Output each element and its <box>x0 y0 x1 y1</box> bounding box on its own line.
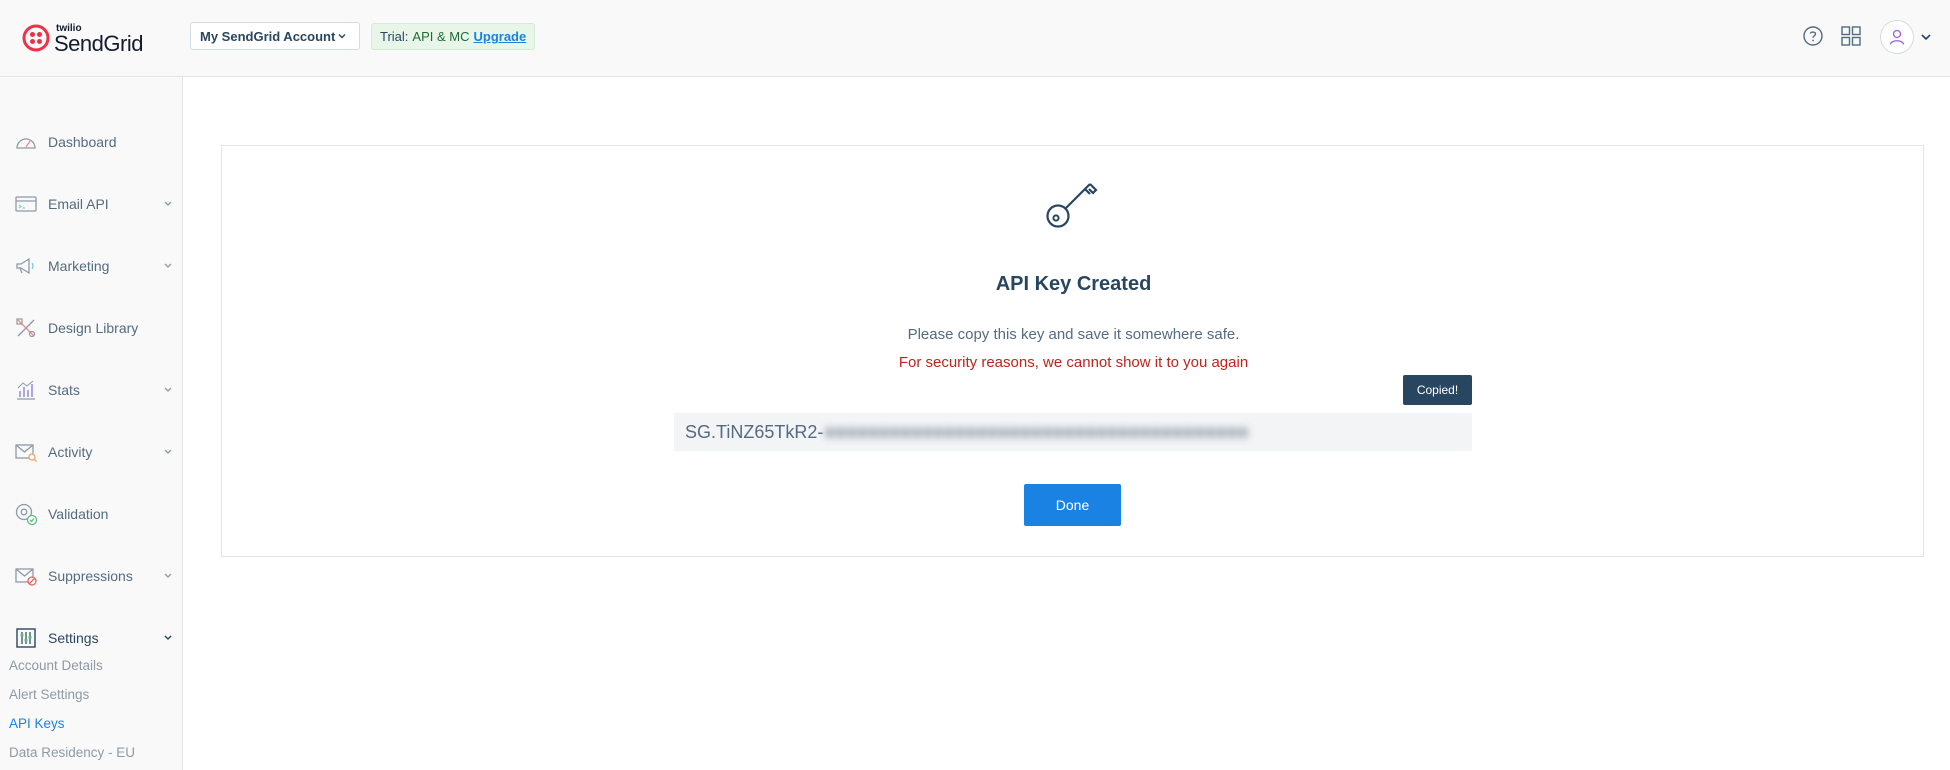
sidebar-item-label: Marketing <box>48 258 110 274</box>
trial-prefix: Trial: <box>380 29 409 44</box>
apps-grid-icon[interactable] <box>1840 25 1862 47</box>
chevron-down-icon <box>164 573 172 578</box>
envelope-block-icon <box>15 568 37 586</box>
trial-plan: API & MC <box>412 29 470 44</box>
chevron-down-icon <box>164 449 172 454</box>
sidebar-item-label: Dashboard <box>48 134 117 150</box>
chevron-down-icon <box>164 387 172 392</box>
api-key-redacted-part: ■■■■■■■■■■■■■■■■■■■■■■■■■■■■■■■■■■■■■■■ <box>824 421 1249 442</box>
logo-text: SendGrid <box>54 31 143 56</box>
speedometer-icon <box>16 138 36 149</box>
user-avatar[interactable] <box>1880 20 1914 54</box>
page-title: API Key Created <box>995 273 1152 295</box>
sidebar-item-activity[interactable]: Activity <box>0 432 183 472</box>
sidebar-item-label: Email API <box>48 196 109 212</box>
sidebar-item-label: Validation <box>48 506 109 522</box>
done-button[interactable]: Done <box>1024 484 1121 526</box>
sidebar-subitem-api-keys[interactable]: API Keys <box>9 716 65 731</box>
sidebar-item-label: Suppressions <box>48 568 133 584</box>
sidebar-item-label: Activity <box>48 444 93 460</box>
user-avatar-icon <box>1889 29 1905 45</box>
bar-chart-icon <box>17 380 35 400</box>
account-selector[interactable]: My SendGrid Account <box>190 22 360 50</box>
sidebar-item-settings[interactable]: Settings <box>0 618 183 658</box>
sidebar-item-validation[interactable]: Validation <box>0 494 183 534</box>
sidebar-subitem-account-details[interactable]: Account Details <box>9 658 103 673</box>
chevron-down-icon[interactable] <box>1920 32 1932 42</box>
upgrade-link[interactable]: Upgrade <box>473 29 526 44</box>
copied-tooltip: Copied! <box>1403 375 1472 405</box>
key-icon <box>1046 183 1098 228</box>
sidebar-subitem-alert-settings[interactable]: Alert Settings <box>9 687 89 702</box>
api-key-created-card: API Key Created Please copy this key and… <box>221 145 1924 557</box>
chevron-down-icon <box>338 34 346 39</box>
sidebar-item-email-api[interactable]: Email API <box>0 184 183 224</box>
top-bar: twilio SendGrid My SendGrid Account Tria… <box>0 0 1950 77</box>
copy-key-message: Please copy this key and save it somewhe… <box>907 326 1240 343</box>
chevron-down-icon <box>164 263 172 268</box>
api-key-field[interactable]: SG.TiNZ65TkR2- ■■■■■■■■■■■■■■■■■■■■■■■■■… <box>674 413 1472 451</box>
sendgrid-logo[interactable]: twilio SendGrid <box>22 22 144 56</box>
sidebar-item-suppressions[interactable]: Suppressions <box>0 556 183 596</box>
security-warning: For security reasons, we cannot show it … <box>898 354 1249 371</box>
account-selector-label: My SendGrid Account <box>200 28 336 44</box>
chevron-up-icon <box>164 635 172 640</box>
help-icon[interactable] <box>1802 25 1824 47</box>
chevron-down-icon <box>164 201 172 206</box>
sidebar-item-dashboard[interactable]: Dashboard <box>0 122 183 162</box>
megaphone-icon <box>16 257 34 275</box>
api-key-visible-part: SG.TiNZ65TkR2- <box>685 421 824 442</box>
design-tools-icon <box>16 318 36 338</box>
sidebar-item-marketing[interactable]: Marketing <box>0 246 183 286</box>
sidebar-subitem-data-residency[interactable]: Data Residency - EU <box>9 745 135 760</box>
trial-badge: Trial: API & MC Upgrade <box>371 23 536 50</box>
sidebar-item-stats[interactable]: Stats <box>0 370 183 410</box>
sidebar-item-label: Stats <box>48 382 80 398</box>
sliders-icon <box>16 628 36 648</box>
email-api-icon <box>15 196 37 212</box>
sidebar: Dashboard Email API Marketing Design Lib… <box>0 77 183 770</box>
sidebar-item-design-library[interactable]: Design Library <box>0 308 183 348</box>
envelope-search-icon <box>15 444 37 462</box>
sidebar-item-label: Settings <box>48 630 99 646</box>
twilio-logo-icon <box>22 24 50 52</box>
at-check-icon <box>15 503 38 526</box>
sidebar-item-label: Design Library <box>48 320 139 336</box>
